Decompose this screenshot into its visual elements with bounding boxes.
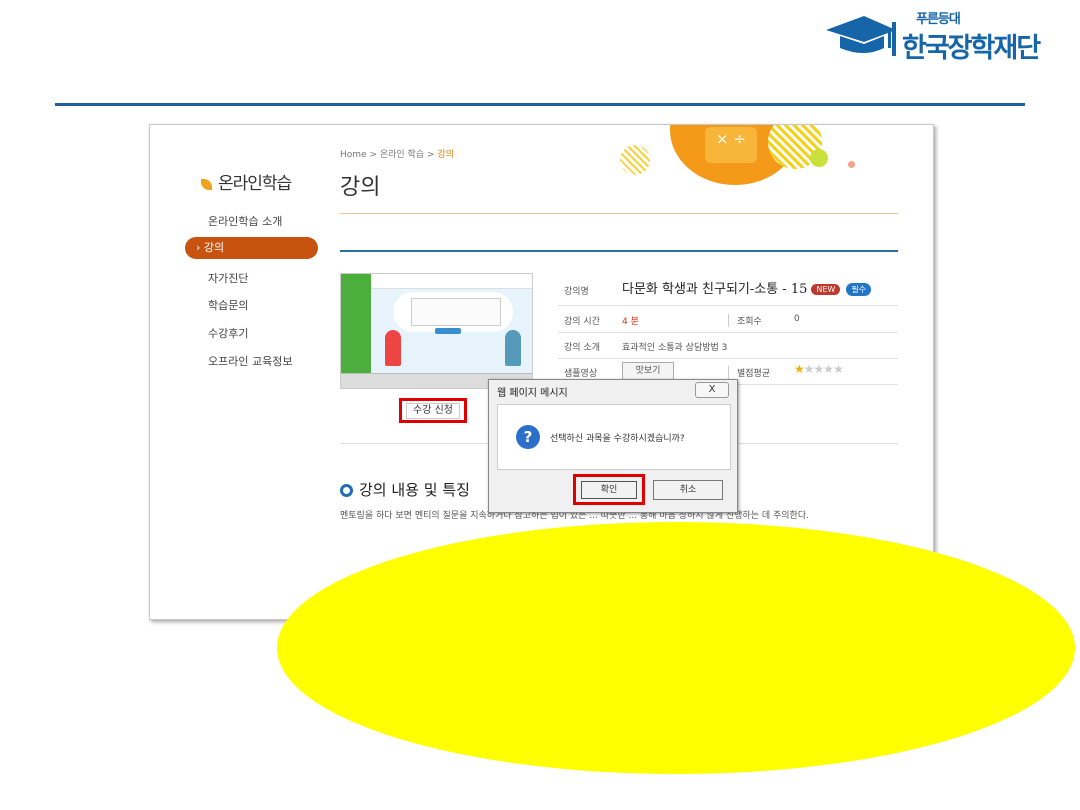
course-intro-value: 효과적인 소통과 상담방법 3 bbox=[622, 343, 728, 353]
required-badge: 필수 bbox=[846, 283, 872, 296]
dialog-message: 선택하신 과목을 수강하시겠습니까? bbox=[550, 434, 685, 444]
dialog-title: 웹 페이지 메시지 bbox=[497, 388, 568, 399]
course-time-row: 강의 시간 4 분 조회수 0 bbox=[558, 306, 898, 333]
new-badge: NEW bbox=[811, 284, 841, 295]
page-title: 강의 bbox=[340, 175, 381, 200]
breadcrumb-current: 강의 bbox=[437, 150, 454, 160]
divider bbox=[340, 213, 898, 214]
breadcrumb-home[interactable]: Home bbox=[340, 150, 367, 160]
header-divider bbox=[55, 103, 1025, 106]
sidebar-item-lecture[interactable]: › 강의 bbox=[185, 237, 318, 259]
decor-math-board: × ÷ bbox=[705, 127, 757, 163]
section-heading: 강의 내용 및 특징 bbox=[340, 479, 470, 500]
divider-blue bbox=[340, 250, 898, 252]
cancel-button[interactable]: 취소 bbox=[653, 480, 723, 500]
sidebar-item-self-check[interactable]: 자가진단 bbox=[208, 270, 248, 286]
star-icon: ★ bbox=[794, 362, 805, 376]
course-time-label: 강의 시간 bbox=[564, 317, 600, 327]
sidebar-item-offline[interactable]: 오프라인 교육정보 bbox=[208, 353, 292, 369]
circle-bullet-icon bbox=[340, 484, 353, 497]
preview-button[interactable]: 맛보기 bbox=[622, 362, 674, 380]
boy-figure-icon bbox=[505, 330, 521, 366]
rating-label: 별점평균 bbox=[728, 366, 770, 379]
course-title: 다문화 학생과 친구되기-소통 - 15 bbox=[622, 282, 808, 297]
rating-stars: ★★★★★ bbox=[794, 362, 844, 376]
star-icon: ★ bbox=[803, 362, 815, 376]
course-title-row: 강의명 다문화 학생과 친구되기-소통 - 15 NEW 필수 bbox=[558, 273, 898, 306]
graduation-cap-icon bbox=[826, 16, 896, 56]
sidebar-title: 온라인학습 bbox=[201, 169, 292, 194]
ok-button[interactable]: 확인 bbox=[581, 481, 637, 499]
ok-highlight-box: 확인 bbox=[573, 474, 645, 505]
breadcrumb-online[interactable]: 온라인 학습 bbox=[380, 150, 424, 160]
course-intro-row: 강의 소개 효과적인 소통과 상담방법 3 bbox=[558, 332, 898, 359]
views-value: 0 bbox=[794, 314, 800, 324]
lecture-thumbnail[interactable] bbox=[340, 273, 533, 389]
question-icon: ? bbox=[516, 425, 540, 449]
sidebar-item-intro[interactable]: 온라인학습 소개 bbox=[208, 213, 282, 229]
dialog-body: ? 선택하신 과목을 수강하시겠습니까? bbox=[497, 404, 731, 470]
confirm-dialog: 웹 페이지 메시지 X ? 선택하신 과목을 수강하시겠습니까? 확인 취소 bbox=[488, 379, 738, 513]
course-time-value: 4 분 bbox=[622, 317, 639, 327]
sidebar-item-inquiry[interactable]: 학습문의 bbox=[208, 297, 248, 313]
logo-title: 한국장학재단 bbox=[902, 33, 1041, 64]
decor-small-striped-circle bbox=[620, 145, 650, 175]
logo-subtitle: 푸른등대 bbox=[916, 12, 961, 27]
views-label: 조회수 bbox=[728, 314, 762, 327]
decor-pink-dot bbox=[848, 161, 855, 168]
decor-green-dot bbox=[810, 149, 828, 167]
star-icon: ★ bbox=[833, 362, 844, 376]
leaf-icon bbox=[201, 178, 212, 190]
apply-course-button[interactable]: 수강 신청 bbox=[399, 398, 467, 423]
highlight-ellipse bbox=[277, 522, 1075, 774]
girl-figure-icon bbox=[385, 330, 401, 366]
sample-label: 샘플영상 bbox=[564, 369, 598, 379]
kosaf-logo: 푸른등대 한국장학재단 bbox=[826, 6, 1076, 64]
course-intro-label: 강의 소개 bbox=[564, 343, 600, 353]
breadcrumb: Home > 온라인 학습 > 강의 bbox=[340, 150, 454, 160]
star-icon: ★ bbox=[813, 362, 825, 376]
course-title-label: 강의명 bbox=[564, 287, 589, 297]
star-icon: ★ bbox=[823, 362, 834, 376]
dialog-close-button[interactable]: X bbox=[695, 382, 729, 398]
sidebar-item-review[interactable]: 수강후기 bbox=[208, 325, 248, 341]
